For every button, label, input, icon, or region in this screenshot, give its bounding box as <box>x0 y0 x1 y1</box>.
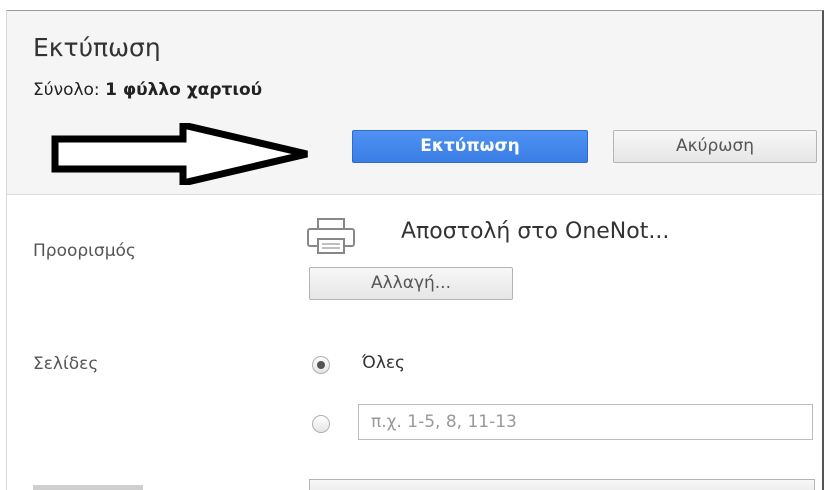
print-header: Εκτύπωση Σύνολο: 1 φύλλο χαρτιού Εκτύπωσ… <box>7 11 822 195</box>
pages-all-label[interactable]: Όλες <box>362 353 405 373</box>
pages-label: Σελίδες <box>33 354 99 374</box>
arrow-right-icon <box>51 123 308 185</box>
print-dialog: Εκτύπωση Σύνολο: 1 φύλλο χαρτιού Εκτύπωσ… <box>6 10 824 490</box>
change-destination-button[interactable]: Αλλαγή... <box>309 267 513 300</box>
summary-label: Σύνολο: <box>33 80 106 100</box>
sheet-summary: Σύνολο: 1 φύλλο χαρτιού <box>33 80 262 100</box>
next-setting-select[interactable] <box>309 479 815 490</box>
pages-custom-radio[interactable] <box>312 415 330 433</box>
cancel-button[interactable]: Ακύρωση <box>613 130 817 163</box>
pages-all-radio[interactable] <box>312 356 330 374</box>
print-button[interactable]: Εκτύπωση <box>352 130 588 163</box>
summary-value: 1 φύλλο χαρτιού <box>105 80 263 100</box>
custom-pages-input[interactable] <box>358 404 813 440</box>
destination-name: Αποστολή στο OneNot... <box>401 219 670 244</box>
printer-icon <box>307 218 355 254</box>
destination-label: Προορισμός <box>33 241 136 261</box>
page-title: Εκτύπωση <box>33 33 161 62</box>
next-setting-label <box>33 485 143 490</box>
radio-selected-dot <box>317 361 325 369</box>
